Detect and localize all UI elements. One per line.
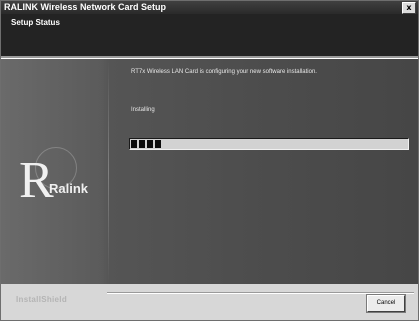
footer-panel: InstallShield Cancel (1, 284, 418, 320)
progress-fill (131, 140, 161, 148)
status-message: RT7x Wireless LAN Card is configuring yo… (131, 69, 317, 75)
progress-bar (129, 138, 409, 150)
setup-window: RALINK Wireless Network Card Setup x Set… (0, 0, 419, 321)
title-bar[interactable]: RALINK Wireless Network Card Setup x (1, 1, 418, 14)
status-label: Installing (131, 107, 155, 113)
page-heading: Setup Status (11, 18, 60, 27)
cancel-button[interactable]: Cancel (367, 295, 405, 312)
logo-wordmark: Ralink (49, 181, 89, 196)
installshield-brand: InstallShield (16, 295, 68, 304)
window-title: RALINK Wireless Network Card Setup (4, 2, 166, 12)
header-panel: Setup Status (1, 14, 418, 56)
close-button[interactable]: x (402, 2, 416, 14)
content-panel: R Ralink RT7x Wireless LAN Card is confi… (1, 59, 418, 284)
footer-divider (107, 292, 414, 294)
ralink-logo: R Ralink (19, 147, 109, 207)
